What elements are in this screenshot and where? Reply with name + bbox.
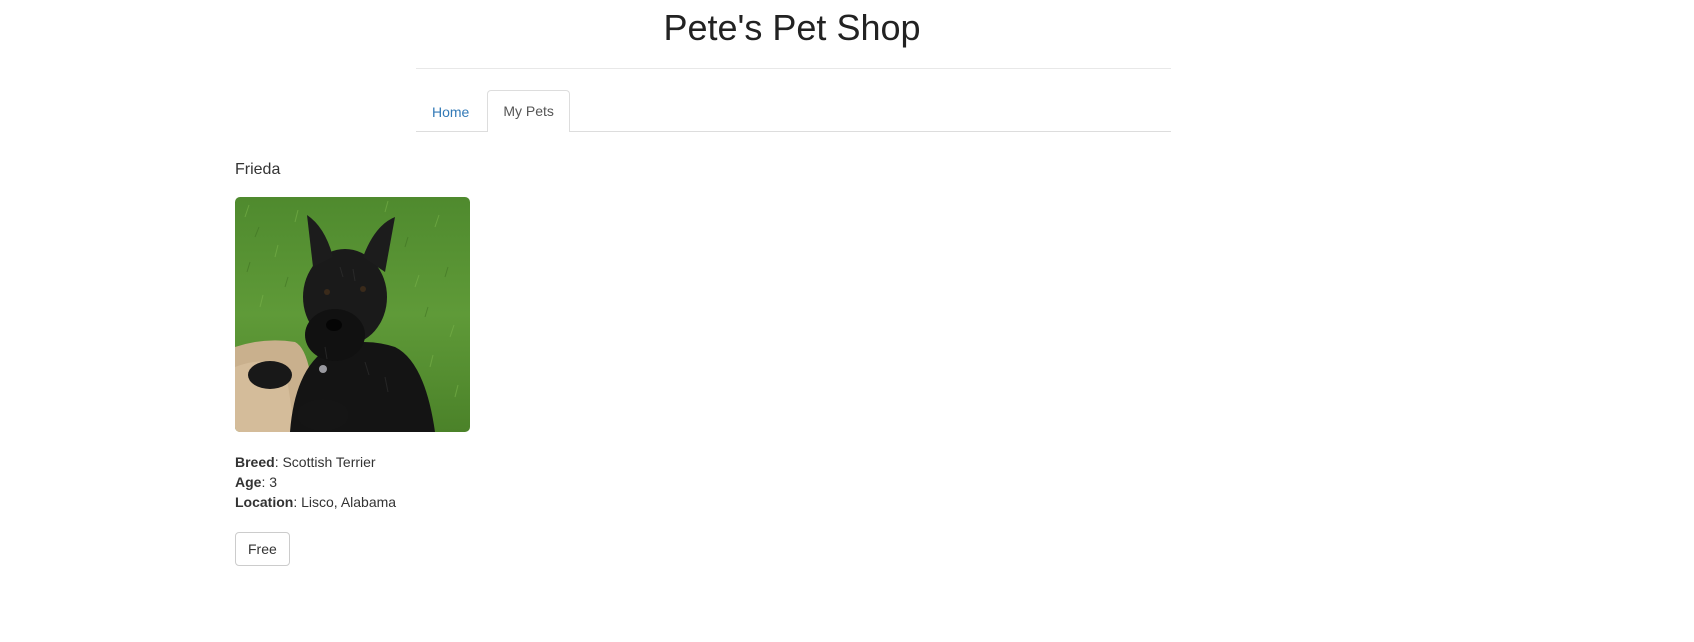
age-row: Age: 3	[235, 474, 278, 490]
pet-info: Breed: Scottish Terrier Age: 3 Location:…	[235, 452, 535, 512]
pet-card: Frieda Breed: Scottish Terrier Age: 3 Lo…	[235, 158, 535, 566]
nav-tabs: Home My Pets	[416, 90, 1171, 132]
pet-name: Frieda	[235, 161, 281, 178]
location-row: Location: Lisco, Alabama	[235, 494, 397, 510]
tab-my-pets[interactable]: My Pets	[487, 90, 570, 132]
location-label: Location	[235, 494, 294, 510]
breed-label: Breed	[235, 454, 275, 470]
title-divider	[416, 68, 1171, 69]
tab-home[interactable]: Home	[416, 91, 485, 131]
pet-photo	[235, 197, 470, 432]
age-label: Age	[235, 474, 262, 490]
breed-row: Breed: Scottish Terrier	[235, 454, 376, 470]
breed-value: Scottish Terrier	[282, 454, 376, 470]
age-value: 3	[269, 474, 278, 490]
location-value: Lisco, Alabama	[301, 494, 397, 510]
page-title: Pete's Pet Shop	[663, 7, 921, 48]
free-button[interactable]: Free	[235, 532, 290, 566]
